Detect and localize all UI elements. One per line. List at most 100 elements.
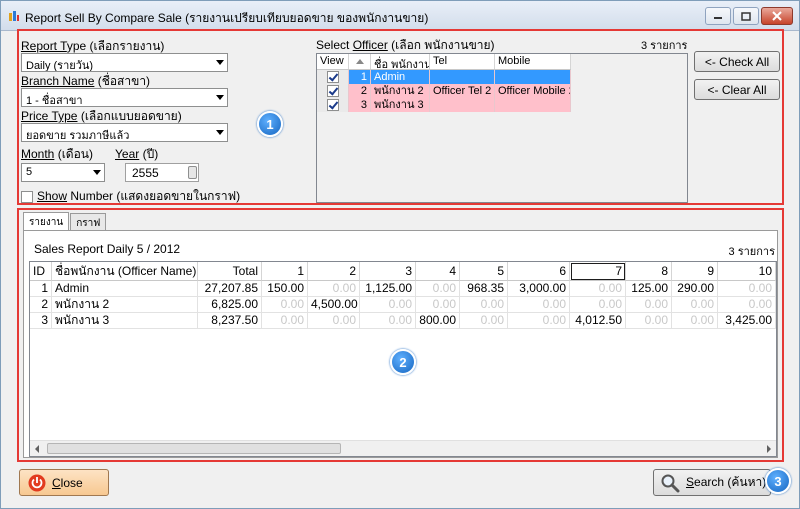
report-type-combo[interactable]: Daily (รายวัน) [21,53,228,72]
tab-chart[interactable]: กราฟ [70,213,107,230]
cell-day: 0.00 [416,281,460,297]
col-day-5[interactable]: 5 [460,262,508,281]
row-name: พนักงาน 3 [371,98,430,112]
col-tel[interactable]: Tel [430,54,495,69]
price-type-combo[interactable]: ยอดขาย รวมภาษีแล้ว [21,123,228,142]
col-total[interactable]: Total [198,262,262,281]
branch-combo[interactable]: 1 - ชื่อสาขา [21,88,228,107]
row-view-cell[interactable] [317,84,349,98]
table-row[interactable]: 1 Admin 27,207.85 150.00 0.00 1,125.00 0… [30,281,776,297]
minimize-icon [714,17,722,19]
col-day-1[interactable]: 1 [262,262,308,281]
cell-id: 1 [30,281,52,297]
arrow-left-icon[interactable] [35,445,39,453]
title-bar[interactable]: Report Sell By Compare Sale (รายงานเปรีย… [1,1,799,31]
row-tel: Officer Tel 2 [430,84,495,98]
maximize-button[interactable] [733,7,759,25]
report-window: Report Sell By Compare Sale (รายงานเปรีย… [0,0,800,509]
cell-day: 0.00 [672,313,718,329]
scrollbar-thumb[interactable] [47,443,341,454]
col-id[interactable]: ID [30,262,52,281]
row-name: Admin [371,70,430,84]
check-all-button[interactable]: <- Check All [694,51,780,72]
cell-day: 150.00 [262,281,308,297]
col-day-4[interactable]: 4 [416,262,460,281]
month-label: Month (เดือน) [21,147,93,161]
show-number-checkbox[interactable]: Show Number (แสดงยอดขายในกราฟ) [21,187,240,206]
report-panel: รายงาน กราฟ Sales Report Daily 5 / 2012 … [17,208,784,462]
year-spinner[interactable]: 2555 [125,163,199,182]
cell-officer-name: พนักงาน 3 [52,313,198,329]
col-officer-name[interactable]: ชื่อพนักงาน (Officer Name) [52,262,198,281]
clear-all-button[interactable]: <- Clear All [694,79,780,100]
cell-day: 0.00 [262,313,308,329]
row-name: พนักงาน 2 [371,84,430,98]
chevron-down-icon [216,130,224,135]
filter-panel: Report Type (เลือกรายงาน) Daily (รายวัน)… [17,29,784,205]
year-label: Year (ปี) [115,147,159,161]
col-mobile[interactable]: Mobile [495,54,571,69]
cell-total: 8,237.50 [198,313,262,329]
checkbox-checked-icon[interactable] [326,99,339,111]
checkbox-checked-icon[interactable] [326,71,339,83]
col-day-9[interactable]: 9 [672,262,718,281]
table-row[interactable]: 2 พนักงาน 2 6,825.00 0.00 4,500.00 0.00 … [30,297,776,313]
cell-day: 968.35 [460,281,508,297]
power-icon [28,474,46,491]
cell-day: 0.00 [460,297,508,313]
col-officer-name[interactable]: ชื่อ พนักงาน [371,54,430,69]
cell-officer-name: พนักงาน 2 [52,297,198,313]
month-combo[interactable]: 5 [21,163,105,182]
row-tel [430,98,495,112]
col-sort[interactable] [349,54,371,69]
show-number-label: Show Number (แสดงยอดขายในกราฟ) [37,189,241,203]
row-tel [430,70,495,84]
cell-day: 3,000.00 [508,281,570,297]
month-value: 5 [26,166,33,178]
cell-day: 0.00 [626,313,672,329]
step-badge-2: 2 [390,349,416,375]
row-view-cell[interactable] [317,98,349,112]
officer-row[interactable]: 1 Admin [317,70,571,84]
search-button[interactable]: Search (ค้นหา) [653,469,771,496]
checkbox-checked-icon[interactable] [326,85,339,97]
cell-day: 0.00 [460,313,508,329]
cell-day: 0.00 [360,313,416,329]
cell-day: 125.00 [626,281,672,297]
chevron-down-icon [216,60,224,65]
col-view[interactable]: View [317,54,349,69]
chevron-down-icon [93,170,101,175]
magnifier-icon [661,474,680,492]
row-no: 2 [349,84,371,98]
spinner-arrows-icon[interactable] [188,166,197,179]
close-window-button[interactable] [761,7,793,25]
checkbox-icon[interactable] [21,190,33,203]
cell-day: 0.00 [718,297,776,313]
officer-row[interactable]: 3 พนักงาน 3 [317,98,571,112]
col-day-8[interactable]: 8 [626,262,672,281]
col-day-3[interactable]: 3 [360,262,416,281]
row-mobile [495,70,571,84]
horizontal-scrollbar[interactable] [30,440,776,456]
arrow-right-icon[interactable] [767,445,771,453]
officer-row[interactable]: 2 พนักงาน 2 Officer Tel 2 Officer Mobile… [317,84,571,98]
col-day-10[interactable]: 10 [718,262,776,281]
close-button[interactable]: Close [19,469,109,496]
cell-id: 3 [30,313,52,329]
cell-day: 3,425.00 [718,313,776,329]
cell-day: 0.00 [262,297,308,313]
officer-grid[interactable]: View ชื่อ พนักงาน Tel Mobile 1 Admin 2 พ… [316,53,688,203]
col-day-7[interactable]: 7 [570,262,626,281]
cell-day: 0.00 [308,281,360,297]
col-day-2[interactable]: 2 [308,262,360,281]
cell-total: 6,825.00 [198,297,262,313]
cell-day: 0.00 [508,313,570,329]
close-icon [772,11,782,21]
col-day-6[interactable]: 6 [508,262,570,281]
minimize-button[interactable] [705,7,731,25]
cell-day: 0.00 [672,297,718,313]
table-row[interactable]: 3 พนักงาน 3 8,237.50 0.00 0.00 0.00 800.… [30,313,776,329]
row-view-cell[interactable] [317,70,349,84]
tab-report[interactable]: รายงาน [23,212,70,231]
sort-up-icon [355,59,364,64]
